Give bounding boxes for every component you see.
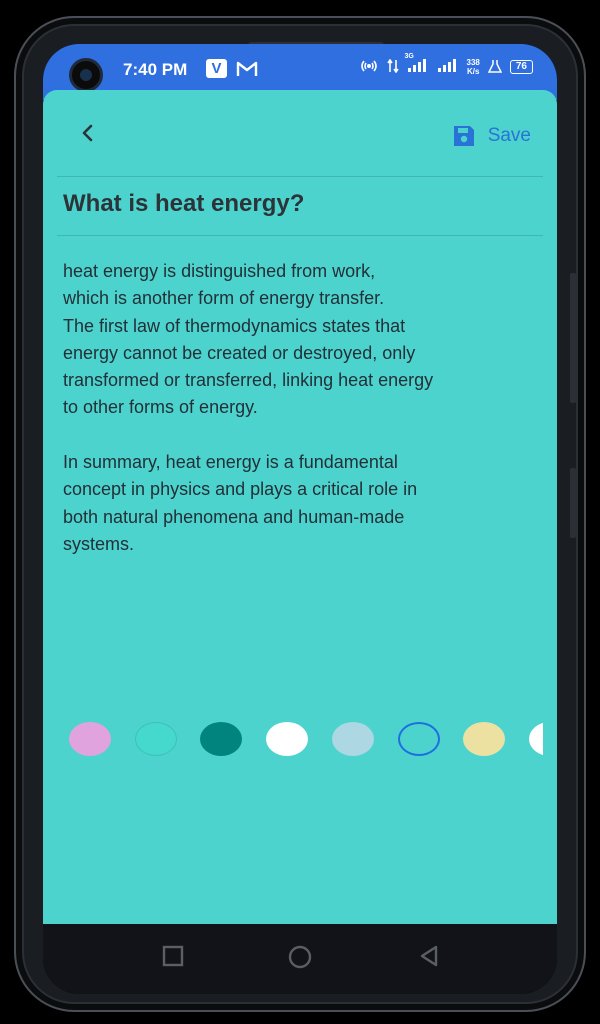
front-camera	[69, 58, 103, 92]
screen: 7:40 PM V 3G 338 K/s 76 Save What is hea…	[43, 44, 557, 994]
back-nav-button[interactable]	[417, 944, 441, 973]
home-button[interactable]	[287, 944, 313, 975]
save-button[interactable]: Save	[452, 124, 531, 148]
color-swatch-teal[interactable]	[200, 722, 243, 756]
battery-indicator: 76	[509, 60, 533, 74]
header-divider	[57, 176, 543, 177]
floppy-disk-icon	[453, 126, 474, 146]
square-icon	[162, 945, 184, 967]
gmail-icon	[236, 60, 258, 82]
navigation-bar	[43, 924, 557, 994]
power-button	[570, 468, 576, 538]
color-swatch-pink[interactable]	[69, 722, 111, 756]
back-button[interactable]	[73, 118, 103, 148]
color-swatch-light-blue[interactable]	[331, 722, 374, 756]
status-time: 7:40 PM	[123, 60, 188, 79]
save-label: Save	[487, 125, 531, 146]
signal-3g-icon: 3G	[405, 53, 429, 76]
rate-unit: K/s	[466, 67, 480, 76]
circle-icon	[288, 945, 312, 969]
note-body[interactable]: heat energy is distinguished from work, …	[63, 258, 547, 558]
data-transfer-icon	[386, 58, 399, 76]
note-title[interactable]: What is heat energy?	[63, 190, 304, 218]
color-swatch-turquoise[interactable]	[134, 722, 177, 756]
triangle-back-icon	[420, 945, 438, 967]
color-swatch-off-white[interactable]	[528, 722, 543, 756]
color-picker	[69, 720, 543, 760]
network-type-label: 3G	[404, 52, 414, 60]
chevron-left-icon	[82, 124, 93, 142]
hotspot-icon	[359, 59, 379, 76]
recents-button[interactable]	[161, 944, 185, 973]
signal-icon	[437, 58, 459, 76]
note-editor: Save What is heat energy? heat energy is…	[43, 90, 557, 924]
flask-icon	[487, 59, 503, 76]
volume-button	[570, 273, 576, 403]
status-indicators: 3G 338 K/s 76	[359, 53, 533, 76]
rate-value: 338	[466, 58, 480, 67]
network-rate: 338 K/s	[467, 58, 480, 76]
color-swatch-aqua-selected[interactable]	[397, 722, 440, 756]
title-divider	[57, 235, 543, 236]
color-swatch-khaki[interactable]	[463, 722, 506, 756]
color-swatch-white[interactable]	[266, 722, 309, 756]
v-app-icon: V	[206, 59, 227, 78]
